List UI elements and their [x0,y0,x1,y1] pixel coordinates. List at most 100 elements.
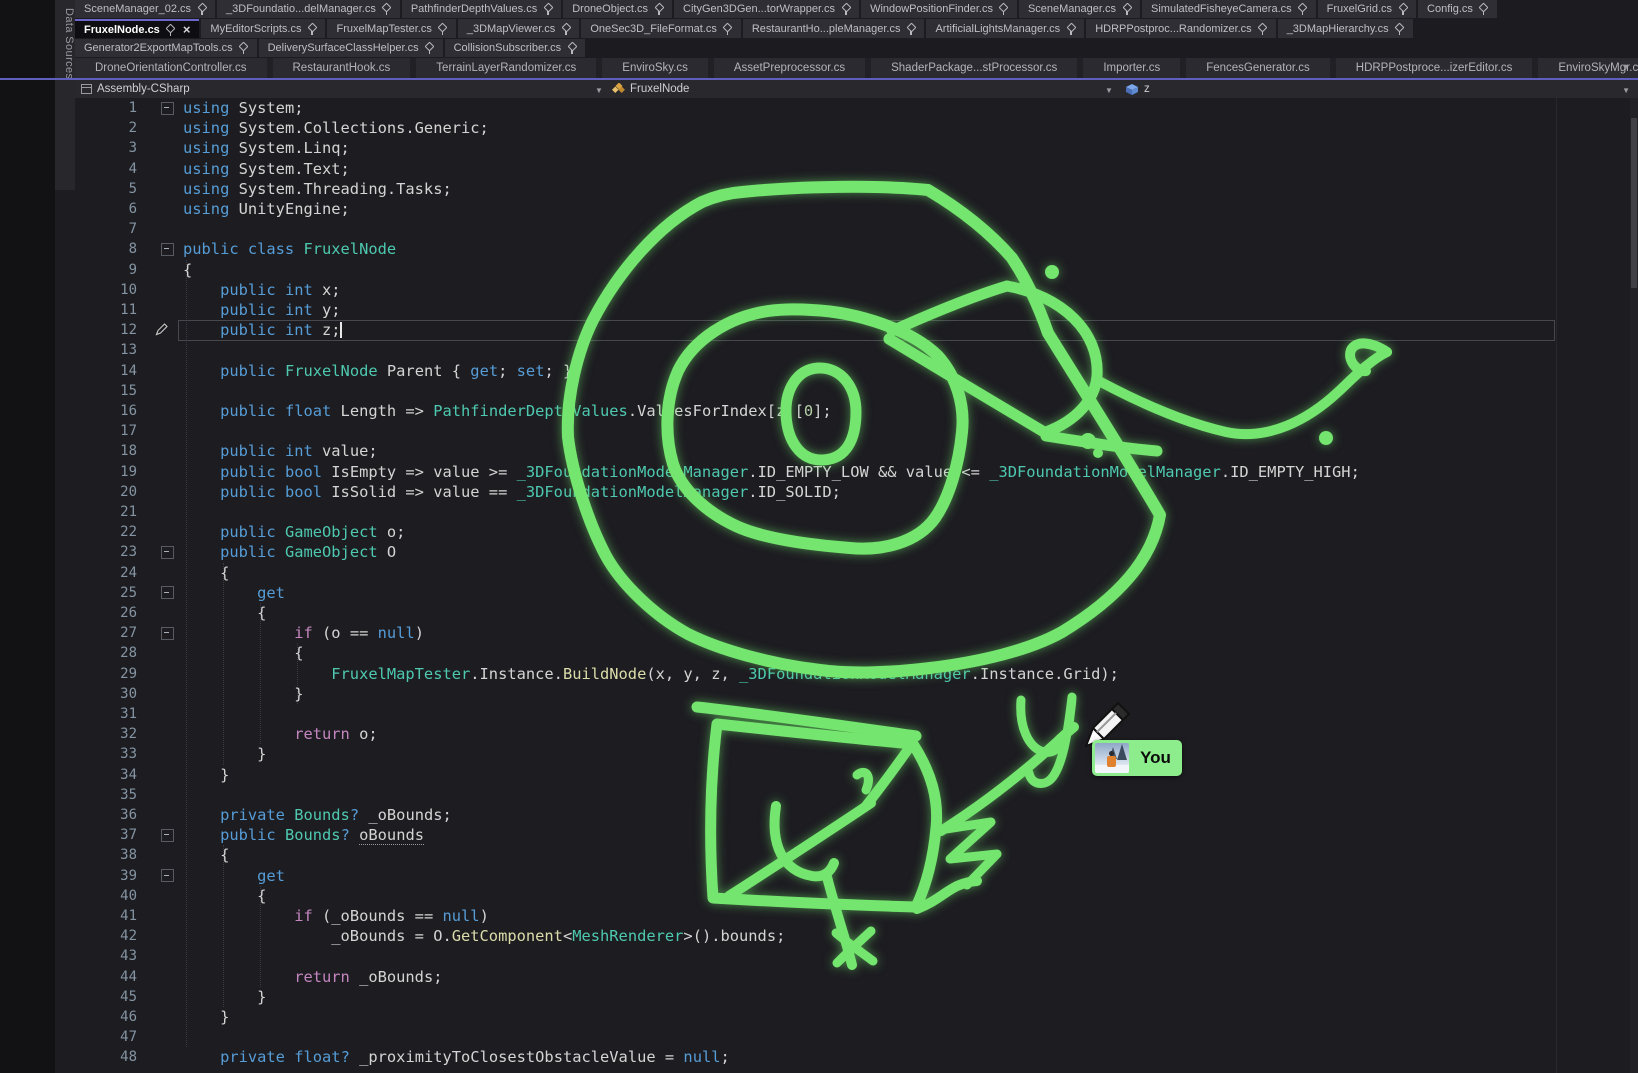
tab-label: RestaurantHook.cs [293,62,391,74]
document-tab[interactable]: WindowPositionFinder.cs [861,0,1017,18]
document-tab[interactable]: DroneObject.cs [563,0,672,18]
tab-label: FencesGenerator.cs [1206,62,1310,74]
fold-collapse-icon[interactable] [161,102,174,115]
document-tab[interactable]: RestaurantHook.cs [273,58,411,78]
pin-icon[interactable] [906,23,915,35]
pin-icon[interactable] [239,42,248,54]
pin-icon[interactable] [723,23,732,35]
code-text: public int value; [183,441,378,461]
document-tab[interactable]: FruxelMapTester.cs [327,19,455,38]
document-tab[interactable]: AssetPreprocessor.cs [714,58,865,78]
code-line: 38 { [75,845,1638,865]
pin-icon[interactable] [561,23,570,35]
pin-icon[interactable] [197,3,206,15]
left-dock-rail [0,0,55,1073]
document-tab[interactable]: FruxelNode.cs× [75,19,199,38]
line-number: 39 [75,868,153,884]
tab-label: OneSec3D_FileFormat.cs [590,23,717,35]
document-tab[interactable]: Importer.cs [1083,58,1180,78]
text-caret [340,322,342,338]
line-number: 42 [75,928,153,944]
line-number: 37 [75,827,153,843]
breadcrumb-member-label: z [1144,83,1150,95]
line-number: 31 [75,706,153,722]
vertical-scrollbar[interactable] [1630,98,1638,1073]
document-tab[interactable]: OneSec3D_FileFormat.cs [581,19,741,38]
pin-icon[interactable] [166,24,175,36]
line-number: 18 [75,443,153,459]
fold-collapse-icon[interactable] [161,546,174,559]
pin-icon[interactable] [425,42,434,54]
document-tab[interactable]: SceneManager.cs [1019,0,1140,18]
fold-collapse-icon[interactable] [161,829,174,842]
current-line-highlight [178,320,1555,341]
document-tab[interactable]: DeliverySurfaceClassHelper.cs [259,39,443,57]
document-tab[interactable]: ShaderPackage...stProcessor.cs [871,58,1077,78]
fold-collapse-icon[interactable] [161,243,174,256]
breadcrumb-project[interactable]: Assembly-CSharp [81,80,190,98]
document-tab[interactable]: PathfinderDepthValues.cs [402,0,561,18]
code-text: public Bounds? oBounds [183,825,424,845]
document-tab[interactable]: EnviroSky.cs [602,58,708,78]
pin-icon[interactable] [1122,3,1131,15]
presenter-badge: You [1092,740,1182,776]
code-editor[interactable]: 1using System;2using System.Collections.… [75,98,1638,1073]
document-tab[interactable]: _3DMapViewer.cs [458,19,579,38]
code-line: 14 public FruxelNode Parent { get; set; … [75,361,1638,381]
pin-icon[interactable] [1066,23,1075,35]
fold-collapse-icon[interactable] [161,627,174,640]
pin-icon[interactable] [307,23,316,35]
chevron-down-icon[interactable]: ▼ [1622,81,1630,99]
data-sources-vertical-tab[interactable]: Data Sources [55,0,75,190]
chevron-down-icon[interactable]: ▼ [1105,81,1113,99]
document-tab[interactable]: ArtificialLightsManager.cs [926,19,1084,38]
pin-icon[interactable] [382,3,391,15]
line-number: 9 [75,262,153,278]
code-text: using System.Text; [183,159,350,179]
document-tab[interactable]: CollisionSubscriber.cs [445,39,586,57]
chevron-down-icon[interactable]: ▼ [595,81,603,99]
tab-label: CollisionSubscriber.cs [454,42,562,54]
document-tab[interactable]: FencesGenerator.cs [1186,58,1330,78]
document-tab[interactable]: RestaurantHo...pleManager.cs [743,19,925,38]
document-tab[interactable]: HDRPPostproce...izerEditor.cs [1336,58,1533,78]
breadcrumb-type[interactable]: FruxelNode [612,80,689,98]
close-icon[interactable]: × [183,24,191,35]
breadcrumb-member[interactable]: z [1125,80,1150,98]
code-text: public class FruxelNode [183,239,396,259]
breadcrumb-project-label: Assembly-CSharp [97,83,190,95]
document-tab[interactable]: FruxelGrid.cs [1318,0,1416,18]
pin-icon[interactable] [1258,23,1267,35]
pin-icon[interactable] [841,3,850,15]
document-tab[interactable]: DroneOrientationController.cs [75,58,267,78]
document-tab[interactable]: CityGen3DGen...torWrapper.cs [674,0,859,18]
tab-label: WindowPositionFinder.cs [870,3,993,15]
code-line: 17 [75,421,1638,441]
code-text: public float Length => PathfinderDepthVa… [183,401,832,421]
fold-collapse-icon[interactable] [161,869,174,882]
pin-icon[interactable] [567,42,576,54]
pin-icon[interactable] [1398,3,1407,15]
document-tab[interactable]: SceneManager_02.cs [75,0,215,18]
line-number: 46 [75,1009,153,1025]
code-line: 46 } [75,1007,1638,1027]
pin-icon[interactable] [1298,3,1307,15]
pin-icon[interactable] [1395,23,1404,35]
code-text: { [183,643,303,663]
scrollbar-thumb[interactable] [1631,118,1637,288]
document-tab[interactable]: TerrainLayerRandomizer.cs [416,58,596,78]
pin-icon[interactable] [543,3,552,15]
document-tab[interactable]: Generator2ExportMapTools.cs [75,39,257,57]
document-tab[interactable]: MyEditorScripts.cs [201,19,325,38]
fold-collapse-icon[interactable] [161,586,174,599]
pin-icon[interactable] [1479,3,1488,15]
pin-icon[interactable] [654,3,663,15]
document-tab[interactable]: HDRPPostproc...Randomizer.cs [1086,19,1276,38]
document-tab[interactable]: SimulatedFisheyeCamera.cs [1142,0,1316,18]
document-tab[interactable]: _3DMapHierarchy.cs [1278,19,1413,38]
document-tab[interactable]: Config.cs [1418,0,1497,18]
document-tab[interactable]: _3DFoundatio...delManager.cs [217,0,400,18]
pin-icon[interactable] [999,3,1008,15]
pin-icon[interactable] [438,23,447,35]
tab-overflow-icon[interactable]: ▼ [1621,62,1630,72]
